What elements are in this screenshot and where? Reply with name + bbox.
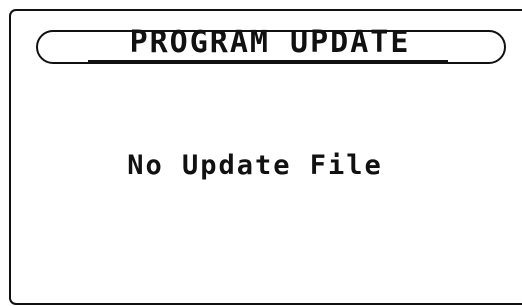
page-title: PROGRAM UPDATE [129,25,411,60]
title-underline [88,60,448,63]
status-message: No Update File [127,150,383,181]
